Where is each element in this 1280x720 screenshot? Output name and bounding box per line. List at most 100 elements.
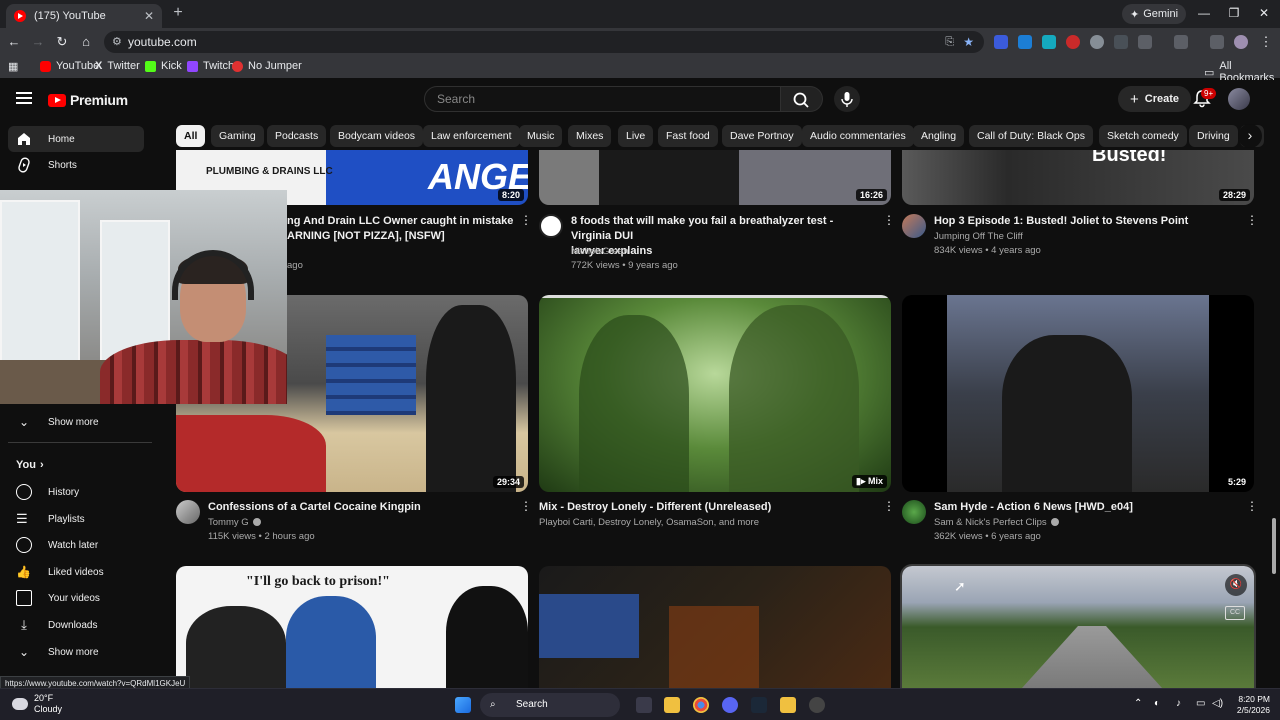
volume-icon[interactable]: ◁) [1212,698,1223,709]
account-avatar[interactable] [1228,88,1250,110]
search-input[interactable]: Search [424,86,781,112]
channel-name[interactable]: Jumping Off The Cliff [934,229,1023,244]
sidebar-item-history[interactable]: History [8,479,144,505]
youtube-logo[interactable]: Premium [48,92,128,108]
more-options-icon[interactable]: ⋮ [1246,500,1258,512]
steam-icon[interactable] [751,697,767,713]
install-icon[interactable]: ⎘ [945,31,954,53]
bookmark-twitter[interactable]: X Twitter [95,60,140,72]
more-options-icon[interactable]: ⋮ [883,500,895,512]
chip-gaming[interactable]: Gaming [211,125,264,147]
file-explorer-icon[interactable] [664,697,680,713]
restore-button[interactable]: ❐ [1226,6,1242,20]
reload-button[interactable]: ↻ [54,34,70,50]
more-options-icon[interactable]: ⋮ [520,214,532,226]
bookmark-kick[interactable]: Kick [145,60,182,72]
address-bar[interactable]: ⚙ youtube.com ⎘ ★ [104,31,984,53]
close-window-button[interactable]: ✕ [1256,6,1272,20]
chip-dave-portnoy[interactable]: Dave Portnoy [722,125,802,147]
chrome-icon[interactable] [693,697,709,713]
extension-icon[interactable] [1114,35,1128,49]
video-title[interactable]: Mix - Destroy Lonely - Different (Unrele… [539,500,869,515]
bookmark-nojumper[interactable]: No Jumper [232,60,302,72]
display-icon[interactable]: ▭ [1196,698,1205,709]
microphone-icon[interactable]: ♪ [1176,698,1181,709]
profile-avatar-icon[interactable] [1234,35,1248,49]
sidebar-item-watch-later[interactable]: Watch later [8,532,144,558]
video-title[interactable]: ng And Drain LLC Owner caught in mistake… [287,214,515,244]
sidebar-item-home[interactable]: Home [8,126,144,152]
network-icon[interactable]: ◐ [1154,698,1160,709]
sidebar-item-shorts[interactable]: Shorts [8,152,144,178]
forward-button[interactable]: → [30,34,46,49]
extension-icon[interactable] [1018,35,1032,49]
channel-name[interactable]: Sam & Nick's Perfect Clips [934,515,1059,530]
obs-icon[interactable] [809,697,825,713]
extension-icon[interactable] [1066,35,1080,49]
chip-music[interactable]: Music [519,125,563,147]
channel-name[interactable]: Tommy G [208,515,261,530]
more-options-icon[interactable]: ⋮ [520,500,532,512]
system-clock[interactable]: 8:20 PM 2/5/2026 [1226,694,1270,716]
extension-icon[interactable] [994,35,1008,49]
browser-menu-icon[interactable]: ⋮ [1258,34,1274,50]
video-preview-player[interactable]: 🔇 CC ➚ [900,564,1256,690]
browser-tab[interactable]: (175) YouTube ✕ [6,4,162,28]
chip-all[interactable]: All [176,125,206,147]
hamburger-menu-icon[interactable] [16,92,32,104]
tray-chevron-icon[interactable]: ⌃ [1134,698,1142,709]
captions-icon[interactable]: CC [1225,606,1245,620]
bookmark-youtube[interactable]: YouTube [40,60,99,72]
search-button[interactable] [781,86,823,112]
chip-fast-food[interactable]: Fast food [658,125,718,147]
apps-grid-icon[interactable]: ▦ [8,60,18,73]
sidepanel-icon[interactable] [1174,35,1188,49]
extensions-puzzle-icon[interactable] [1138,35,1152,49]
channel-avatar[interactable] [902,500,926,524]
gemini-button[interactable]: ✦ Gemini [1122,4,1187,24]
channel-name[interactable]: Playboi Carti, Destroy Lonely, OsamaSon,… [539,515,759,530]
chip-call-of-duty[interactable]: Call of Duty: Black Ops [969,125,1093,147]
tab-close-icon[interactable]: ✕ [144,9,154,23]
video-title[interactable]: Sam Hyde - Action 6 News [HWD_e04] [934,500,1234,515]
voice-search-button[interactable] [834,86,860,112]
chip-driving[interactable]: Driving [1189,125,1238,147]
show-more-button[interactable]: ⌄ Show more [8,639,144,665]
page-scrollbar[interactable] [1270,150,1278,680]
weather-widget[interactable]: 20°F Cloudy [12,693,62,715]
video-thumbnail[interactable]: ▮▸ Mix [539,295,891,492]
site-info-icon[interactable]: ⚙ [112,31,122,53]
bookmark-star-icon[interactable]: ★ [963,31,974,53]
sidebar-item-playlists[interactable]: ☰ Playlists [8,506,144,532]
taskbar-search[interactable]: ⌕ Search [480,693,620,717]
chip-audio-commentaries[interactable]: Audio commentaries [802,125,914,147]
video-thumbnail[interactable]: 5:29 [902,295,1254,492]
extension-icon[interactable] [1042,35,1056,49]
video-title[interactable]: Confessions of a Cartel Cocaine Kingpin [208,500,508,515]
discord-icon[interactable] [722,697,738,713]
media-icon[interactable] [1210,35,1224,49]
chips-next-button[interactable]: › [1238,124,1262,148]
back-button[interactable]: ← [6,34,22,49]
channel-name[interactable]: NicholsGreen [571,244,629,259]
video-thumbnail[interactable]: "I'll go back to prison!" [176,566,528,688]
channel-avatar[interactable] [539,214,563,238]
more-options-icon[interactable]: ⋮ [1246,214,1258,226]
create-button[interactable]: + Create [1118,86,1192,112]
mute-icon[interactable]: 🔇 [1225,574,1247,596]
channel-avatar[interactable] [176,500,200,524]
sidebar-you-header[interactable]: You › [8,452,144,478]
minimize-button[interactable]: — [1196,6,1212,20]
chip-live[interactable]: Live [618,125,654,147]
extension-icon[interactable] [1090,35,1104,49]
video-thumbnail[interactable]: Busted! 28:29 [902,150,1254,205]
sticky-notes-icon[interactable] [780,697,796,713]
bookmark-twitch[interactable]: Twitch [187,60,234,72]
video-title[interactable]: Hop 3 Episode 1: Busted! Joliet to Steve… [934,214,1239,229]
chip-angling[interactable]: Angling [913,125,965,147]
task-view-icon[interactable] [636,697,652,713]
windows-start-icon[interactable] [455,697,471,713]
chip-mixes[interactable]: Mixes [568,125,612,147]
sidebar-item-your-videos[interactable]: Your videos [8,585,144,611]
chip-law-enforcement[interactable]: Law enforcement [423,125,520,147]
